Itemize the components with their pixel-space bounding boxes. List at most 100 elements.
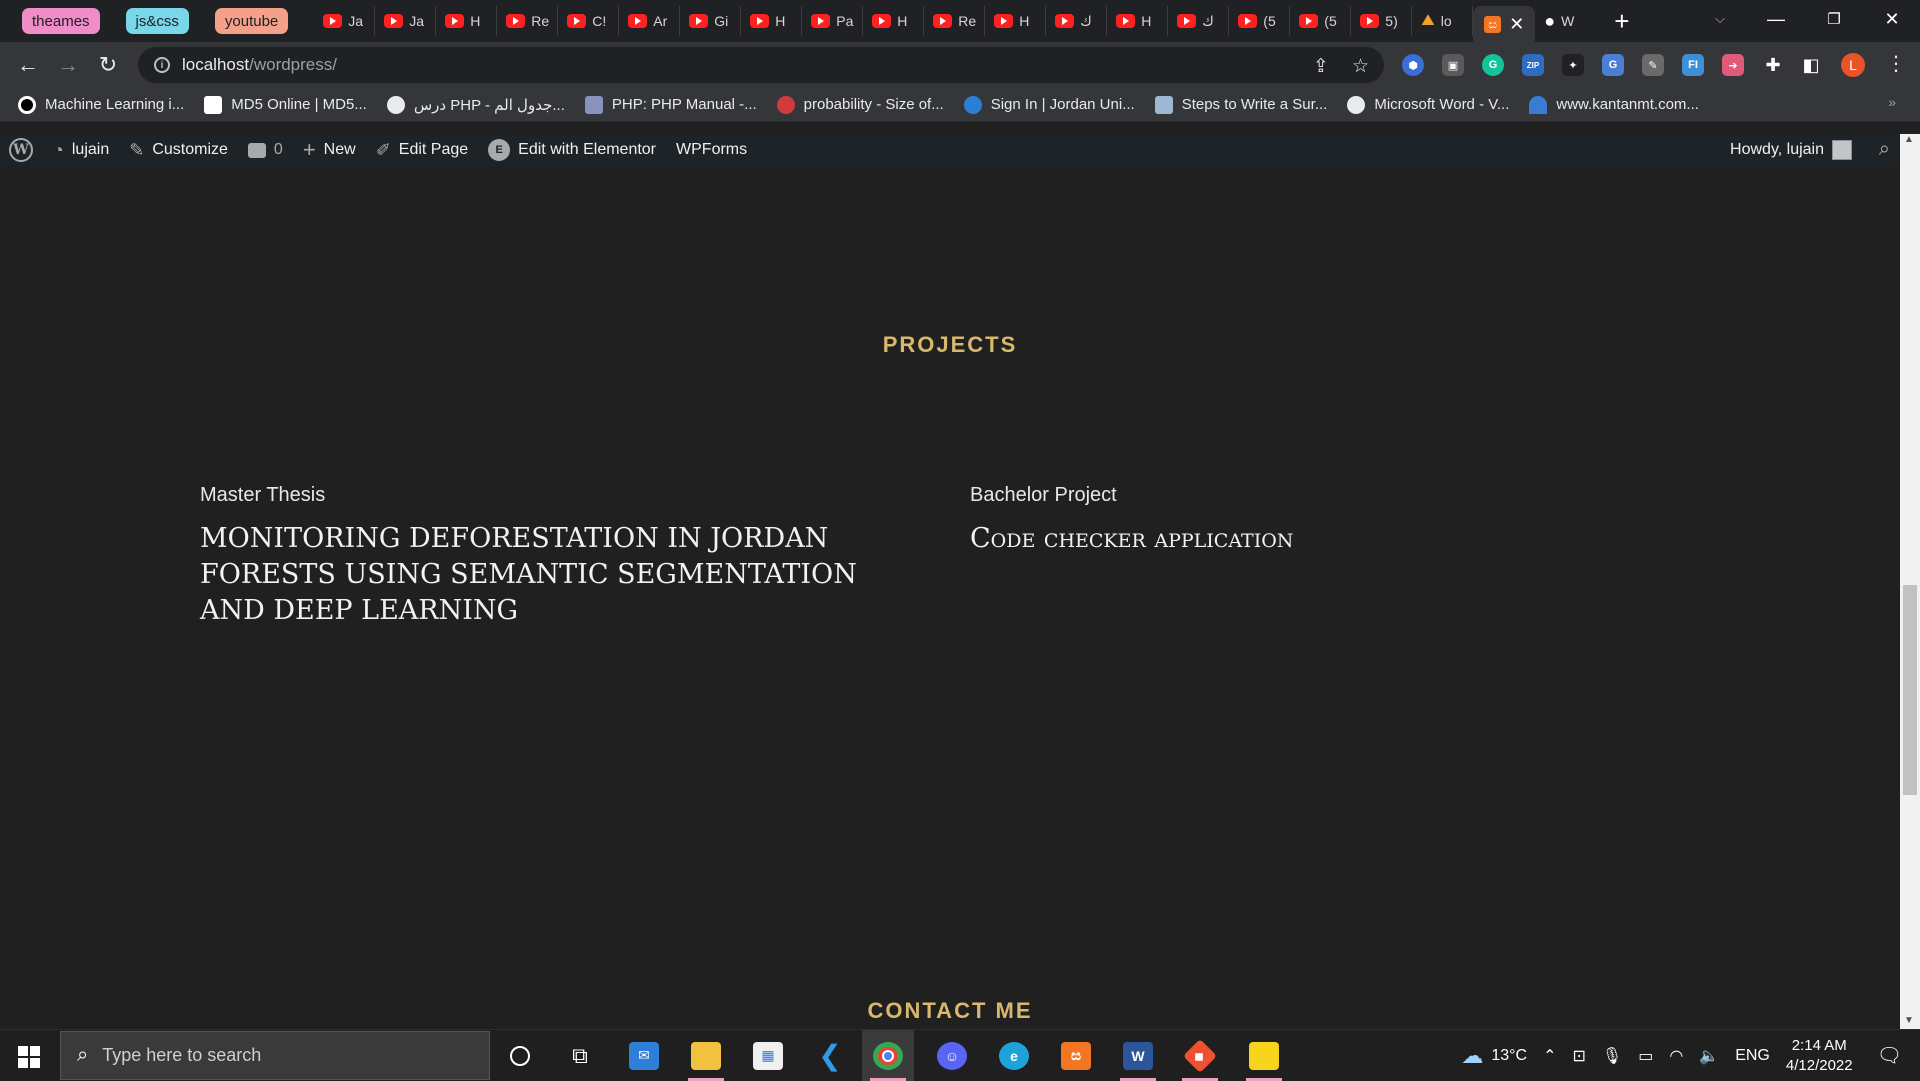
battery-icon[interactable]: ▭: [1638, 1046, 1653, 1066]
grammarly-icon[interactable]: G: [1482, 54, 1504, 76]
wp-wpforms[interactable]: WPForms: [676, 141, 747, 159]
back-button[interactable]: ←: [8, 45, 48, 85]
volume-icon[interactable]: 🔈: [1699, 1046, 1719, 1066]
close-tab-icon[interactable]: ✕: [1509, 14, 1524, 35]
file-explorer-icon[interactable]: [680, 1030, 732, 1081]
restore-button[interactable]: ❐: [1806, 0, 1862, 38]
bookmark-item[interactable]: Microsoft Word - V...: [1347, 95, 1509, 114]
task-view-icon[interactable]: ⧉: [554, 1030, 606, 1081]
bookmark-item[interactable]: PHP: PHP Manual -...: [584, 95, 757, 114]
browser-tab[interactable]: Ja: [375, 6, 437, 36]
bookmark-star-icon[interactable]: ☆: [1352, 55, 1369, 78]
wp-edit-page[interactable]: ✐ Edit Page: [376, 140, 468, 161]
browser-tab[interactable]: (5: [1229, 6, 1291, 36]
microphone-icon[interactable]: 🎙: [1602, 1046, 1622, 1066]
browser-tab[interactable]: H: [985, 6, 1047, 36]
vscode-icon[interactable]: ❮: [804, 1030, 856, 1081]
wp-customize[interactable]: ✎ Customize: [129, 140, 228, 161]
wp-edit-elementor[interactable]: E Edit with Elementor: [488, 139, 656, 161]
extension-shield-icon[interactable]: ⬢: [1402, 54, 1424, 76]
search-icon[interactable]: ⌕: [1879, 138, 1890, 161]
extension-bird-icon[interactable]: ✦: [1562, 54, 1584, 76]
browser-tab[interactable]: Pa: [802, 6, 864, 36]
chevron-up-icon[interactable]: ⌃: [1543, 1046, 1556, 1066]
weather-temperature[interactable]: 13°C: [1491, 1047, 1527, 1065]
bookmark-item[interactable]: MD5 Online | MD5...: [204, 95, 367, 114]
wp-new-content[interactable]: + New: [303, 137, 356, 163]
site-info-icon[interactable]: i: [154, 57, 170, 73]
browser-tab[interactable]: Gi: [680, 6, 742, 36]
bookmark-item[interactable]: Machine Learning i...: [18, 95, 184, 114]
browser-tab[interactable]: H: [863, 6, 925, 36]
wp-account-menu[interactable]: Howdy, lujain: [1730, 134, 1852, 166]
git-icon[interactable]: ◆: [1174, 1030, 1226, 1081]
scrollbar-thumb[interactable]: [1903, 585, 1917, 795]
taskbar-clock[interactable]: 2:14 AM 4/12/2022: [1786, 1036, 1853, 1076]
sticky-notes-icon[interactable]: [1238, 1030, 1290, 1081]
windows-start-icon[interactable]: [18, 1046, 40, 1068]
bookmark-item[interactable]: www.kantanmt.com...: [1529, 95, 1699, 114]
bookmark-item[interactable]: Steps to Write a Sur...: [1154, 95, 1327, 114]
notifications-icon[interactable]: 🗨: [1877, 1043, 1902, 1068]
tab-group-youtube[interactable]: youtube: [214, 8, 289, 34]
meet-now-icon[interactable]: ⊡: [1572, 1046, 1585, 1066]
forward-button[interactable]: →: [48, 45, 88, 85]
wp-logo-menu[interactable]: W: [9, 138, 33, 162]
zip-extension-icon[interactable]: ZIP: [1522, 54, 1544, 76]
browser-tab[interactable]: (5: [1290, 6, 1352, 36]
extension-arrow-icon[interactable]: ➜: [1722, 54, 1744, 76]
browser-menu-icon[interactable]: ⋮: [1886, 51, 1906, 76]
browser-tab[interactable]: 5): [1351, 6, 1413, 36]
share-icon[interactable]: ⇪: [1313, 55, 1329, 78]
close-window-button[interactable]: ✕: [1864, 0, 1920, 38]
browser-tab[interactable]: ⛰ lo: [1412, 6, 1474, 36]
page-scrollbar[interactable]: [1900, 134, 1920, 1029]
browser-tab[interactable]: ك: [1046, 6, 1108, 36]
xampp-icon[interactable]: ස: [1050, 1030, 1102, 1081]
extension-pen-icon[interactable]: ✎: [1642, 54, 1664, 76]
store-icon[interactable]: ▦: [742, 1030, 794, 1081]
browser-tab[interactable]: Ar: [619, 6, 681, 36]
mail-icon[interactable]: ✉: [618, 1030, 670, 1081]
edge-icon[interactable]: e: [988, 1030, 1040, 1081]
extension-puzzle-box-icon[interactable]: ▣: [1442, 54, 1464, 76]
tab-search-icon[interactable]: ⌵: [1692, 0, 1748, 38]
more-bookmarks-icon[interactable]: »: [1888, 94, 1896, 110]
extension-fi-icon[interactable]: FI: [1682, 54, 1704, 76]
wifi-icon[interactable]: ◠: [1669, 1046, 1683, 1066]
extensions-puzzle-icon[interactable]: ✚: [1762, 54, 1784, 76]
discord-icon[interactable]: ☺: [926, 1030, 978, 1081]
browser-tab[interactable]: H: [436, 6, 498, 36]
word-icon[interactable]: W: [1112, 1030, 1164, 1081]
address-bar[interactable]: i localhost/wordpress/ ⇪ ☆: [138, 47, 1384, 83]
browser-tab[interactable]: Re: [497, 6, 559, 36]
bookmark-item[interactable]: درس PHP - جدول الم...: [386, 95, 565, 114]
side-panel-icon[interactable]: ◧: [1800, 54, 1822, 76]
browser-tab[interactable]: ● W: [1535, 6, 1596, 36]
browser-tab[interactable]: C!: [558, 6, 620, 36]
reload-button[interactable]: ↻: [88, 45, 128, 85]
bookmark-item[interactable]: Sign In | Jordan Uni...: [963, 95, 1135, 114]
profile-avatar[interactable]: L: [1841, 53, 1865, 77]
taskbar-search-input[interactable]: ⌕ Type here to search: [60, 1031, 490, 1080]
browser-tab[interactable]: H: [1107, 6, 1169, 36]
browser-tab[interactable]: ك: [1168, 6, 1230, 36]
browser-tab[interactable]: Re: [924, 6, 986, 36]
translate-icon[interactable]: G: [1602, 54, 1624, 76]
new-tab-button[interactable]: +: [1614, 6, 1629, 37]
tab-group-jscss[interactable]: js&css: [125, 8, 189, 34]
chrome-icon[interactable]: [862, 1030, 914, 1081]
minimize-button[interactable]: —: [1748, 0, 1804, 38]
wp-comments[interactable]: 0: [247, 141, 283, 159]
weather-cloud-icon[interactable]: ☁: [1461, 1043, 1483, 1069]
tab-group-theames[interactable]: theames: [22, 8, 100, 34]
language-indicator[interactable]: ENG: [1735, 1047, 1770, 1065]
browser-tab[interactable]: H: [741, 6, 803, 36]
cortana-icon[interactable]: [494, 1030, 546, 1081]
wp-site-name[interactable]: ◔ lujain: [53, 140, 109, 161]
scroll-up-icon[interactable]: ▲: [1904, 134, 1914, 145]
active-tab[interactable]: ස ✕: [1473, 6, 1536, 42]
bookmark-item[interactable]: probability - Size of...: [776, 95, 944, 114]
browser-tab[interactable]: Ja: [314, 6, 376, 36]
scroll-down-icon[interactable]: ▼: [1904, 1015, 1914, 1026]
